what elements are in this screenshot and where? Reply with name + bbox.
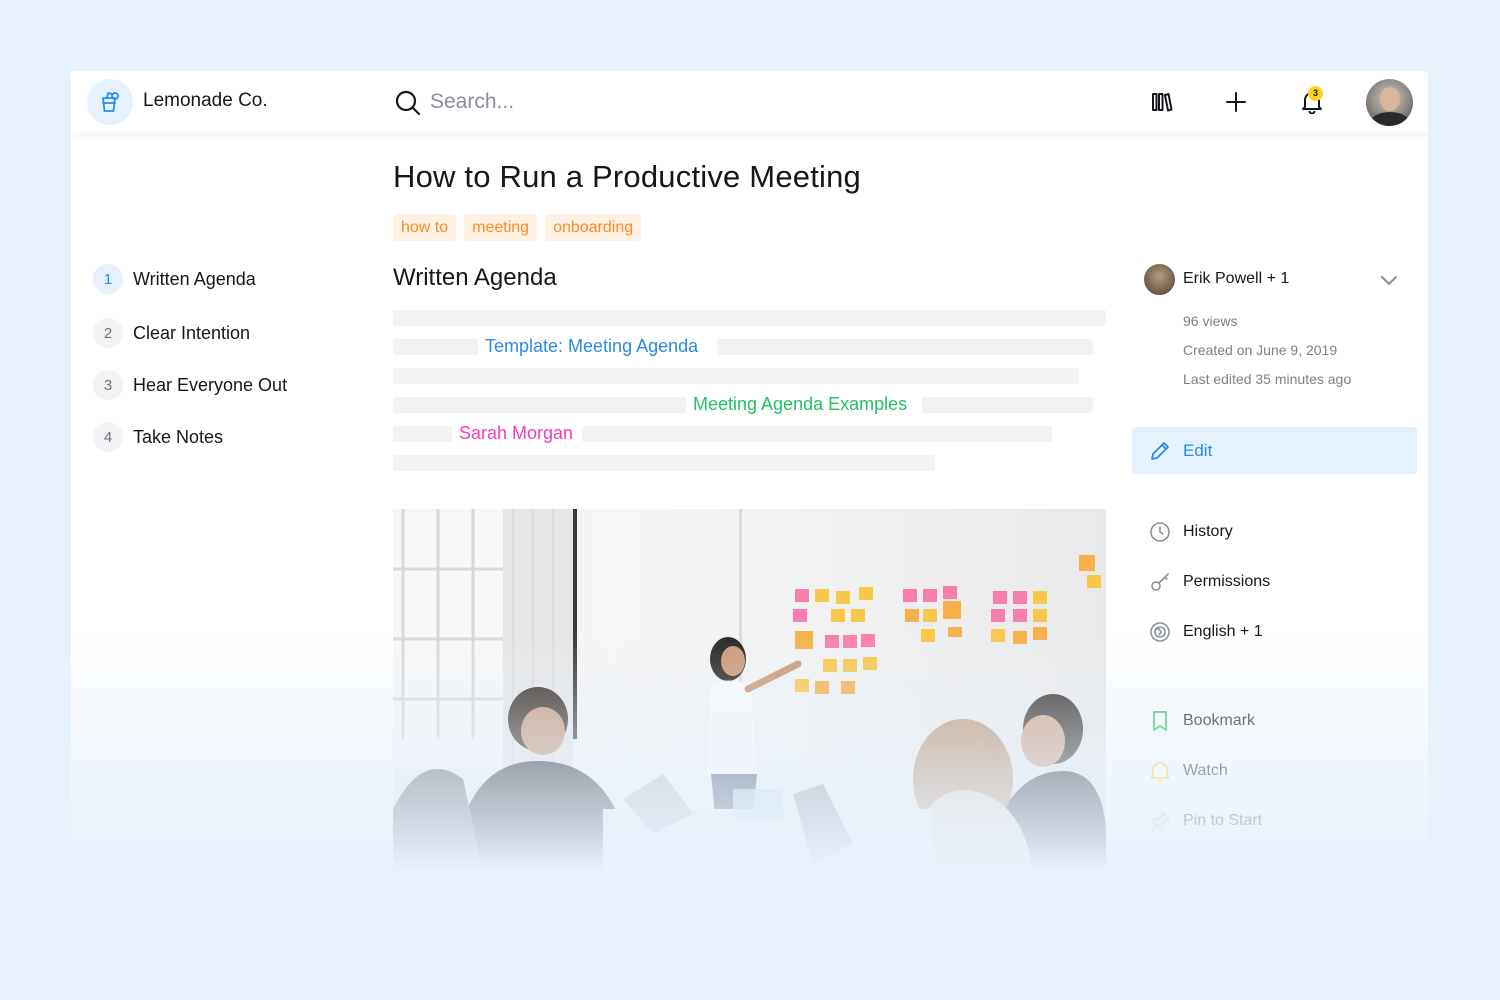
toc-number: 4	[93, 422, 123, 452]
library-icon[interactable]	[1149, 89, 1175, 115]
brand-name[interactable]: Lemonade Co.	[143, 90, 268, 112]
logo-icon[interactable]	[87, 79, 133, 125]
text-placeholder-line	[393, 455, 935, 471]
watch-action[interactable]: Watch	[1147, 758, 1228, 784]
bookmark-action[interactable]: Bookmark	[1147, 708, 1255, 734]
bookmark-label: Bookmark	[1183, 712, 1256, 729]
tag[interactable]: meeting	[464, 214, 538, 241]
pin-icon	[1147, 808, 1173, 834]
toc-item-hear-everyone-out[interactable]: 3 Hear Everyone Out	[93, 369, 287, 401]
language-action[interactable]: English + 1	[1147, 619, 1263, 645]
add-icon[interactable]	[1223, 89, 1249, 115]
view-count: 96 views	[1183, 313, 1238, 329]
pin-label: Pin to Start	[1183, 812, 1263, 829]
toc-number: 1	[93, 264, 123, 294]
toc-label: Clear Intention	[133, 322, 251, 343]
template-link[interactable]: Template: Meeting Agenda	[485, 336, 698, 357]
last-edited: Last edited 35 minutes ago	[1183, 371, 1352, 387]
text-placeholder-line	[717, 339, 1093, 355]
text-placeholder-line	[393, 397, 686, 413]
toc-label: Written Agenda	[133, 268, 256, 289]
globe-icon	[1147, 619, 1173, 645]
text-placeholder-line	[393, 310, 1106, 326]
text-placeholder-line	[393, 368, 1079, 384]
bell-icon	[1147, 758, 1173, 784]
author-name[interactable]: Erik Powell + 1	[1183, 270, 1289, 288]
created-date: Created on June 9, 2019	[1183, 342, 1338, 358]
chevron-down-icon[interactable]	[1377, 271, 1401, 289]
pin-action[interactable]: Pin to Start	[1147, 808, 1262, 834]
permissions-action[interactable]: Permissions	[1147, 569, 1270, 595]
toc-item-take-notes[interactable]: 4 Take Notes	[93, 421, 223, 453]
edit-button[interactable]: Edit	[1132, 427, 1417, 474]
history-action[interactable]: History	[1147, 519, 1233, 545]
meeting-photo	[393, 509, 1106, 871]
toc-item-clear-intention[interactable]: 2 Clear Intention	[93, 317, 250, 349]
app-window: Lemonade Co. 3	[71, 71, 1428, 871]
person-mention[interactable]: Sarah Morgan	[459, 423, 573, 444]
text-placeholder-line	[922, 397, 1093, 413]
toc-item-written-agenda[interactable]: 1 Written Agenda	[93, 263, 256, 295]
examples-link[interactable]: Meeting Agenda Examples	[693, 394, 907, 415]
toc-number: 3	[93, 370, 123, 400]
author-avatar[interactable]	[1144, 264, 1175, 295]
edit-label: Edit	[1183, 440, 1213, 460]
top-bar: Lemonade Co. 3	[71, 71, 1428, 133]
language-label: English + 1	[1183, 623, 1263, 640]
pencil-icon	[1151, 441, 1169, 460]
tag[interactable]: how to	[393, 214, 457, 241]
permissions-label: Permissions	[1183, 573, 1271, 590]
bookmark-icon	[1147, 708, 1173, 734]
text-placeholder-line	[393, 339, 478, 355]
section-heading: Written Agenda	[393, 264, 557, 291]
notification-badge: 3	[1308, 86, 1323, 101]
tag[interactable]: onboarding	[545, 214, 642, 241]
text-placeholder-line	[393, 426, 452, 442]
search-input[interactable]	[430, 85, 1030, 119]
tag-list: how to meeting onboarding	[393, 214, 642, 241]
text-placeholder-line	[582, 426, 1052, 442]
toc-label: Take Notes	[133, 426, 224, 447]
key-icon	[1147, 569, 1173, 595]
user-avatar[interactable]	[1366, 79, 1413, 126]
search-icon[interactable]	[394, 89, 422, 117]
toc-label: Hear Everyone Out	[133, 374, 288, 395]
watch-label: Watch	[1183, 762, 1228, 779]
toc-number: 2	[93, 318, 123, 348]
page-title: How to Run a Productive Meeting	[393, 159, 861, 194]
history-label: History	[1183, 523, 1233, 540]
clock-icon	[1147, 519, 1173, 545]
